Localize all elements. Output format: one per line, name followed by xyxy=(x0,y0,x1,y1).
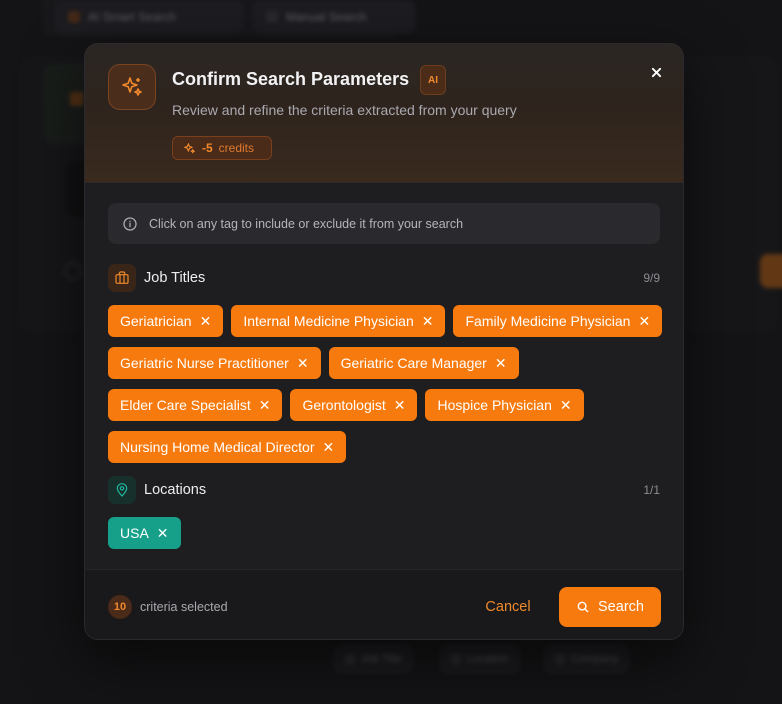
remove-icon[interactable]: ✕ xyxy=(422,314,434,328)
job-title-tag[interactable]: Internal Medicine Physician ✕ xyxy=(231,305,446,337)
job-title-tag[interactable]: Gerontologist ✕ xyxy=(290,389,418,421)
remove-icon[interactable]: ✕ xyxy=(495,356,507,370)
tag-label: Internal Medicine Physician xyxy=(243,313,414,329)
tag-label: Geriatrician xyxy=(120,313,192,329)
tag-label: Nursing Home Medical Director xyxy=(120,439,315,455)
background-chip-label: Job Title xyxy=(361,653,402,665)
locations-section-header: Locations 1/1 xyxy=(108,476,660,504)
job-title-tag[interactable]: Elder Care Specialist ✕ xyxy=(108,389,283,421)
selected-count-badge: 10 xyxy=(108,595,132,619)
credits-amount: -5 xyxy=(202,141,213,155)
job-titles-tags: Geriatrician ✕ Internal Medicine Physicia… xyxy=(108,305,668,463)
job-title-tag[interactable]: Nursing Home Medical Director ✕ xyxy=(108,431,347,463)
background-chip-company: Company xyxy=(544,645,630,673)
remove-icon[interactable]: ✕ xyxy=(394,398,406,412)
modal-title: Confirm Search Parameters xyxy=(172,69,410,89)
info-banner: Click on any tag to include or exclude i… xyxy=(108,203,660,244)
sparkle-icon xyxy=(68,11,80,23)
background-tab-label: Manual Search xyxy=(286,10,367,24)
close-button[interactable] xyxy=(647,63,665,81)
modal-footer: 10 criteria selected Cancel Search xyxy=(85,569,683,639)
remove-icon[interactable]: ✕ xyxy=(638,314,650,328)
tag-label: USA xyxy=(120,525,149,541)
search-icon xyxy=(577,601,589,613)
selected-count-label: criteria selected xyxy=(140,600,228,614)
search-button[interactable]: Search xyxy=(559,587,661,627)
tag-label: Gerontologist xyxy=(302,397,386,413)
background-tab-ai-search: AI Smart Search xyxy=(54,0,244,34)
remove-icon[interactable]: ✕ xyxy=(200,314,212,328)
job-title-tag[interactable]: Geriatric Care Manager ✕ xyxy=(328,347,519,379)
job-title-tag[interactable]: Geriatric Nurse Practitioner ✕ xyxy=(108,347,321,379)
sparkle-icon xyxy=(184,142,195,153)
search-button-label: Search xyxy=(598,599,644,615)
map-pin-icon xyxy=(451,654,461,664)
location-tag[interactable]: USA ✕ xyxy=(108,517,181,549)
background-icon xyxy=(70,92,84,106)
background-chip-label: Location xyxy=(467,653,509,665)
remove-icon[interactable]: ✕ xyxy=(323,440,335,454)
remove-icon[interactable]: ✕ xyxy=(259,398,271,412)
building-icon xyxy=(555,654,565,664)
tag-label: Geriatric Nurse Practitioner xyxy=(120,355,289,371)
info-icon xyxy=(123,216,137,231)
tag-label: Geriatric Care Manager xyxy=(340,355,487,371)
remove-icon[interactable]: ✕ xyxy=(297,356,309,370)
job-title-tag[interactable]: Hospice Physician ✕ xyxy=(425,389,584,421)
locations-count: 1/1 xyxy=(643,483,660,497)
confirm-search-modal: Confirm Search Parameters AI Review and … xyxy=(84,43,684,640)
modal-subtitle: Review and refine the criteria extracted… xyxy=(172,102,517,118)
info-text: Click on any tag to include or exclude i… xyxy=(149,216,464,231)
background-chip-location: Location xyxy=(440,645,520,673)
job-title-tag[interactable]: Family Medicine Physician ✕ xyxy=(453,305,663,337)
remove-icon[interactable]: ✕ xyxy=(157,526,169,540)
locations-tags: USA ✕ xyxy=(108,517,668,549)
map-pin-icon xyxy=(108,476,136,504)
job-title-tag[interactable]: Geriatrician ✕ xyxy=(108,305,224,337)
tag-label: Hospice Physician xyxy=(437,397,552,413)
close-icon xyxy=(651,67,661,77)
background-button xyxy=(760,254,782,288)
job-titles-label: Job Titles xyxy=(144,270,206,286)
credits-badge: -5 credits xyxy=(172,136,272,160)
background-radio xyxy=(64,262,82,280)
ai-badge: AI xyxy=(420,65,446,95)
tag-label: Elder Care Specialist xyxy=(120,397,251,413)
background-chip-job-title: Job Title xyxy=(334,645,413,673)
background-tab-manual-search: Manual Search xyxy=(252,0,416,34)
credits-label: credits xyxy=(218,141,255,155)
briefcase-icon xyxy=(345,654,355,664)
tag-label: Family Medicine Physician xyxy=(465,313,631,329)
modal-header: Confirm Search Parameters AI Review and … xyxy=(85,44,683,183)
briefcase-icon xyxy=(108,264,136,292)
remove-icon[interactable]: ✕ xyxy=(560,398,572,412)
list-icon xyxy=(266,11,278,23)
background-tab-label: AI Smart Search xyxy=(88,10,177,24)
locations-label: Locations xyxy=(144,482,207,498)
background-chip-label: Company xyxy=(571,653,619,665)
cancel-button[interactable]: Cancel xyxy=(477,588,539,626)
job-titles-count: 9/9 xyxy=(643,271,660,285)
job-titles-section-header: Job Titles 9/9 xyxy=(108,264,660,292)
sparkles-icon xyxy=(108,64,156,110)
